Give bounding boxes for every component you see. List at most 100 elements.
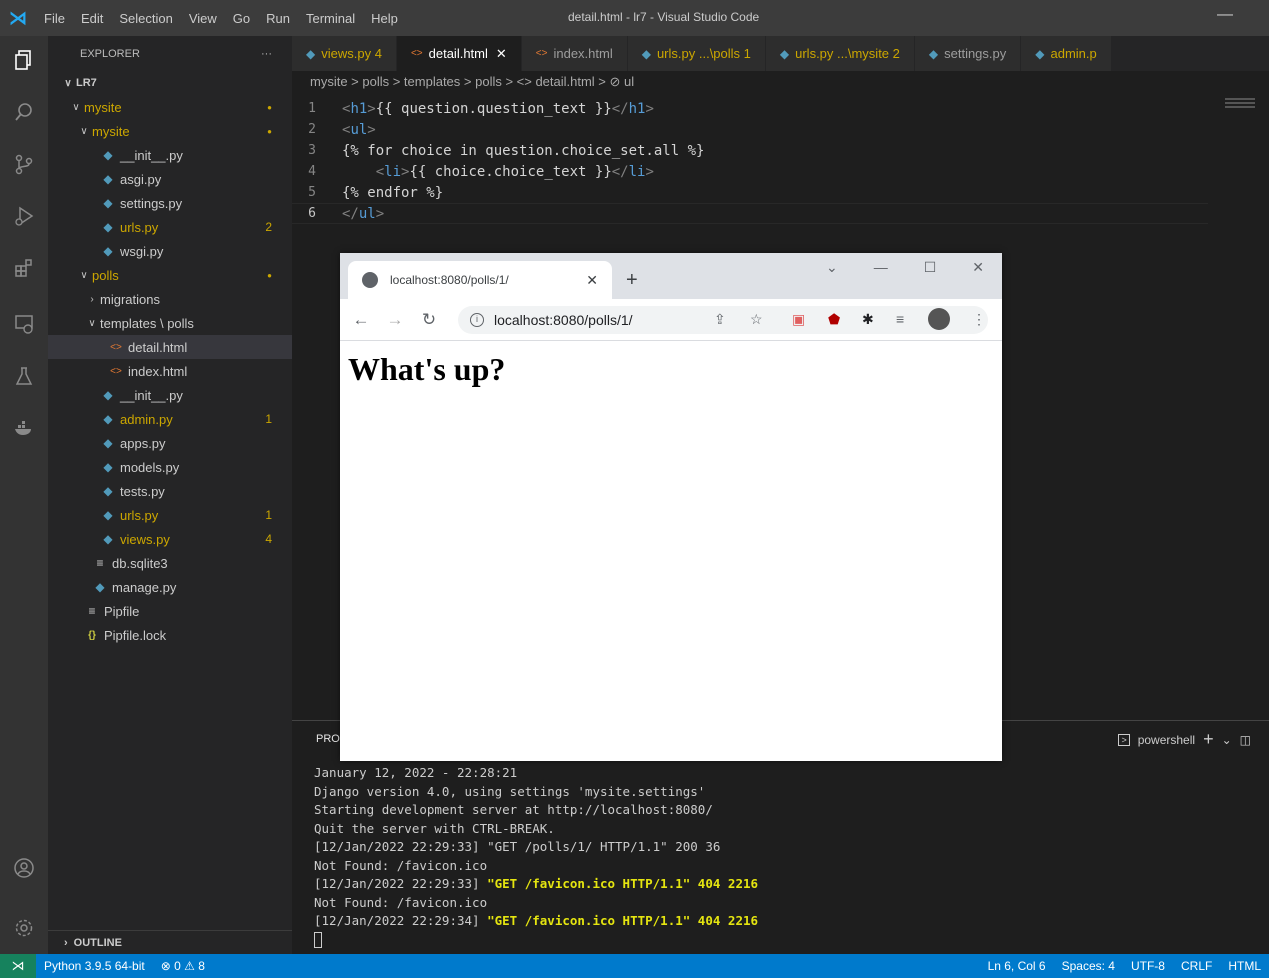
cursor-position[interactable]: Ln 6, Col 6 (980, 959, 1054, 973)
tree-item[interactable]: {} Pipfile.lock (48, 623, 292, 647)
extension-icon[interactable]: ▣ (792, 311, 805, 328)
encoding[interactable]: UTF-8 (1123, 959, 1173, 973)
menu-help[interactable]: Help (363, 11, 406, 26)
code-line[interactable]: 1 <h1>{{ question.question_text }}</h1> (292, 98, 1208, 119)
tree-item[interactable]: ∨ mysite ● (48, 95, 292, 119)
tree-item[interactable]: ≡ Pipfile (48, 599, 292, 623)
tree-item[interactable]: ∨ polls ● (48, 263, 292, 287)
testing-icon[interactable] (12, 364, 36, 388)
extensions-puzzle-icon[interactable]: ✱ (862, 311, 874, 328)
editor-tab[interactable]: ◆ admin.p (1021, 36, 1112, 71)
tree-item[interactable]: ◆ models.py (48, 455, 292, 479)
editor-tab[interactable]: <> detail.html ✕ (396, 36, 522, 71)
back-icon[interactable]: ← (348, 310, 374, 330)
breadcrumb[interactable]: mysite > polls > templates > polls > <> … (292, 71, 1269, 93)
tree-item[interactable]: ∨ mysite ● (48, 119, 292, 143)
tree-item-label: detail.html (128, 339, 188, 355)
close-tab-icon[interactable]: ✕ (496, 46, 507, 62)
line-number: 6 (308, 206, 316, 221)
maximize-icon[interactable]: ☐ (924, 259, 937, 276)
explorer-icon[interactable] (12, 48, 36, 72)
code-line[interactable]: 5 {% endfor %} (292, 182, 1208, 203)
code-line[interactable]: 6 </ul> (292, 203, 1208, 224)
shell-selector[interactable]: powershell (1138, 733, 1195, 747)
minimize-icon[interactable]: — (874, 259, 888, 276)
outline-section[interactable]: › OUTLINE (48, 930, 292, 954)
minimap[interactable] (1225, 98, 1255, 118)
split-terminal-icon[interactable]: ◫ (1240, 733, 1251, 747)
new-terminal-icon[interactable]: + (1203, 729, 1214, 750)
more-actions-icon[interactable]: ··· (261, 48, 272, 60)
menu-view[interactable]: View (181, 11, 225, 26)
code-line[interactable]: 4 <li>{{ choice.choice_text }}</li> (292, 161, 1208, 182)
editor-tab[interactable]: ◆ urls.py ...\polls 1 (627, 36, 766, 71)
ublock-icon[interactable]: ⬟ (828, 311, 840, 328)
reload-icon[interactable]: ↻ (416, 310, 442, 330)
tab-search-icon[interactable]: ⌄ (826, 259, 838, 276)
browser-tabstrip: localhost:8080/polls/1/ ✕ + ⌄ — ☐ ✕ (340, 253, 1002, 299)
tree-item[interactable]: ◆ admin.py 1 (48, 407, 292, 431)
menu-dots-icon[interactable]: ⋮ (972, 311, 986, 328)
docker-icon[interactable] (12, 416, 36, 440)
new-tab-icon[interactable]: + (626, 269, 638, 292)
extensions-icon[interactable] (12, 256, 36, 280)
tree-item[interactable]: ◆ apps.py (48, 431, 292, 455)
menu-go[interactable]: Go (225, 11, 258, 26)
tree-item[interactable]: ◆ __init__.py (48, 383, 292, 407)
minimize-icon[interactable]: — (1217, 6, 1233, 24)
menu-edit[interactable]: Edit (73, 11, 111, 26)
tree-item[interactable]: ◆ urls.py 1 (48, 503, 292, 527)
tree-item[interactable]: ∨ templates \ polls (48, 311, 292, 335)
editor-tab[interactable]: ◆ urls.py ...\mysite 2 (765, 36, 915, 71)
menu-run[interactable]: Run (258, 11, 298, 26)
tree-item[interactable]: ◆ settings.py (48, 191, 292, 215)
terminal-output[interactable]: January 12, 2022 - 22:28:21 Django versio… (314, 765, 758, 950)
python-interpreter[interactable]: Python 3.9.5 64-bit (36, 959, 153, 973)
menu-terminal[interactable]: Terminal (298, 11, 363, 26)
workspace-root[interactable]: ∨ LR7 (48, 71, 292, 95)
tree-item[interactable]: ≡ db.sqlite3 (48, 551, 292, 575)
close-tab-icon[interactable]: ✕ (586, 272, 598, 289)
info-icon[interactable]: i (470, 313, 484, 327)
code-line[interactable]: 3 {% for choice in question.choice_set.al… (292, 140, 1208, 161)
tree-item[interactable]: <> index.html (48, 359, 292, 383)
tree-item[interactable]: ◆ tests.py (48, 479, 292, 503)
editor-tab[interactable]: ◆ views.py 4 (292, 36, 397, 71)
profile-avatar[interactable] (928, 308, 950, 330)
browser-tab[interactable]: localhost:8080/polls/1/ ✕ (348, 261, 612, 299)
share-icon[interactable]: ⇪ (714, 311, 726, 328)
code-line[interactable]: 2 <ul> (292, 119, 1208, 140)
close-window-icon[interactable]: ✕ (972, 259, 984, 276)
tree-item[interactable]: <> detail.html (48, 335, 292, 359)
tree-item[interactable]: ◆ views.py 4 (48, 527, 292, 551)
line-number: 1 (308, 101, 316, 116)
editor-tab[interactable]: ◆ settings.py (914, 36, 1022, 71)
run-debug-icon[interactable] (12, 204, 36, 228)
language-mode[interactable]: HTML (1220, 959, 1269, 973)
manage-gear-icon[interactable] (12, 916, 36, 940)
tree-item[interactable]: ◆ __init__.py (48, 143, 292, 167)
source-control-icon[interactable] (12, 152, 36, 176)
search-icon[interactable] (12, 100, 36, 124)
tree-item[interactable]: › migrations (48, 287, 292, 311)
bookmark-star-icon[interactable]: ☆ (750, 311, 763, 328)
remote-indicator-icon[interactable]: ⋊ (0, 954, 36, 978)
activity-bar (0, 36, 48, 954)
tree-item[interactable]: ◆ urls.py 2 (48, 215, 292, 239)
account-icon[interactable] (12, 856, 36, 880)
tree-item[interactable]: ◆ asgi.py (48, 167, 292, 191)
reading-list-icon[interactable]: ≡ (896, 311, 904, 327)
code-editor[interactable]: 1 <h1>{{ question.question_text }}</h1> 2 <… (292, 98, 1208, 224)
status-bar: ⋊ Python 3.9.5 64-bit ⊗ 0 ⚠ 8 Ln 6, Col … (0, 954, 1269, 978)
remote-explorer-icon[interactable] (12, 312, 36, 336)
editor-tab[interactable]: <> index.html (521, 36, 628, 71)
forward-icon[interactable]: → (382, 310, 408, 330)
indentation[interactable]: Spaces: 4 (1054, 959, 1123, 973)
menu-selection[interactable]: Selection (111, 11, 180, 26)
menu-file[interactable]: File (36, 11, 73, 26)
problems-count[interactable]: ⊗ 0 ⚠ 8 (153, 959, 213, 973)
tree-item[interactable]: ◆ wsgi.py (48, 239, 292, 263)
end-of-line[interactable]: CRLF (1173, 959, 1220, 973)
tree-item[interactable]: ◆ manage.py (48, 575, 292, 599)
chevron-down-icon[interactable]: ⌄ (1222, 733, 1232, 747)
